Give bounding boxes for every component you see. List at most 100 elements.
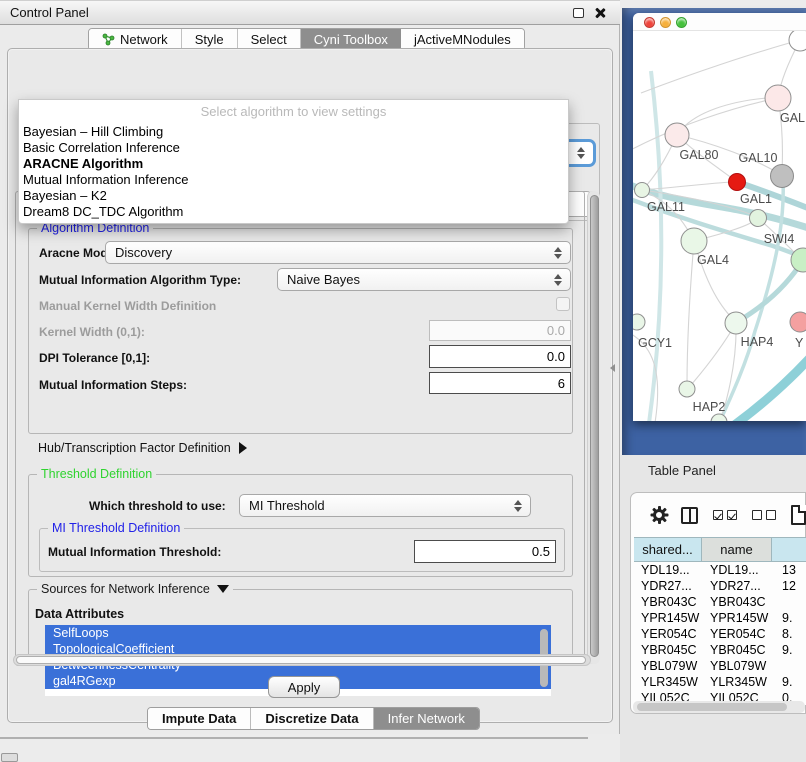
column-header-partial[interactable] bbox=[772, 538, 806, 561]
which-threshold-label: Which threshold to use: bbox=[89, 499, 226, 513]
field-value: 0.5 bbox=[532, 544, 550, 559]
tab-network[interactable]: Network bbox=[89, 29, 182, 50]
table-cell: YBL079W bbox=[634, 658, 702, 674]
combo-stepper-icon bbox=[577, 147, 585, 159]
algorithm-dropdown-popup: Select algorithm to view settings Bayesi… bbox=[18, 99, 569, 224]
table-horizontal-scrollbar[interactable] bbox=[633, 701, 805, 713]
table-row[interactable]: YBL079WYBL079W bbox=[634, 658, 806, 674]
which-threshold-combo[interactable]: MI Threshold bbox=[239, 494, 531, 517]
table-cell: 8. bbox=[772, 626, 806, 642]
network-node-label: HAP2 bbox=[693, 400, 726, 414]
table-cell: YPR145W bbox=[634, 610, 702, 626]
network-node[interactable] bbox=[681, 228, 707, 254]
hub-section-toggle[interactable]: Hub/Transcription Factor Definition bbox=[38, 441, 247, 455]
zoom-traffic-light[interactable] bbox=[676, 17, 687, 28]
network-node-label: SWI4 bbox=[764, 232, 795, 246]
table-cell: YER054C bbox=[702, 626, 772, 642]
screen: Control Panel Network Style bbox=[0, 0, 806, 762]
algorithm-option[interactable]: Mutual Information Inference bbox=[19, 172, 568, 188]
mi-steps-field[interactable]: 6 bbox=[429, 372, 571, 394]
column-header-name[interactable]: name bbox=[702, 538, 772, 561]
network-canvas[interactable]: GALGAL80GAL10GAL11GAL1GAL4SWI4GCY1HAP4YH… bbox=[633, 31, 806, 421]
network-node[interactable] bbox=[633, 314, 645, 330]
mi-threshold-label: Mutual Information Threshold: bbox=[48, 545, 221, 559]
cyni-algorithm-settings-group: Cyni Algorithm Settings Algorithm Defini… bbox=[15, 191, 585, 666]
combo-value: Naive Bayes bbox=[287, 272, 360, 287]
data-attributes-label: Data Attributes bbox=[35, 607, 124, 621]
export-table-icon[interactable] bbox=[791, 505, 806, 525]
column-header-shared-name[interactable]: shared... bbox=[634, 538, 702, 561]
table-cell: YBR045C bbox=[702, 642, 772, 658]
sources-title-row[interactable]: Sources for Network Inference bbox=[37, 582, 233, 596]
dpi-tolerance-field[interactable]: 0.0 bbox=[429, 345, 571, 368]
table-row[interactable]: YDL19...YDL19...13 bbox=[634, 562, 806, 578]
mi-type-label: Mutual Information Algorithm Type: bbox=[39, 273, 241, 287]
table-row[interactable]: YBR045CYBR045C9. bbox=[634, 642, 806, 658]
tab-discretize-data[interactable]: Discretize Data bbox=[251, 708, 373, 729]
algorithm-option[interactable]: Bayesian – Hill Climbing bbox=[19, 124, 568, 140]
kernel-width-label: Kernel Width (0,1): bbox=[39, 325, 145, 339]
table-cell: 12 bbox=[772, 578, 806, 594]
aracne-mode-combo[interactable]: Discovery bbox=[105, 241, 571, 264]
tab-label: Impute Data bbox=[162, 711, 236, 726]
gear-icon[interactable] bbox=[651, 507, 666, 523]
network-node-label: GAL1 bbox=[740, 192, 772, 206]
table-row[interactable]: YBR043CYBR043C bbox=[634, 594, 806, 610]
table-row[interactable]: YPR145WYPR145W9. bbox=[634, 610, 806, 626]
tab-label: jActiveMNodules bbox=[414, 32, 511, 47]
tab-select[interactable]: Select bbox=[238, 29, 301, 50]
network-node[interactable] bbox=[635, 183, 650, 198]
data-attribute-item[interactable]: SelfLoops bbox=[45, 625, 551, 641]
mi-type-combo[interactable]: Naive Bayes bbox=[277, 268, 571, 291]
network-node[interactable] bbox=[789, 31, 806, 51]
network-node[interactable] bbox=[725, 312, 747, 334]
taskbar-icon[interactable] bbox=[1, 753, 18, 762]
algorithm-option[interactable]: Bayesian – K2 bbox=[19, 188, 568, 204]
manual-kernel-checkbox[interactable] bbox=[556, 297, 570, 311]
network-node[interactable] bbox=[750, 210, 767, 227]
close-traffic-light[interactable] bbox=[644, 17, 655, 28]
table-row[interactable]: YLR345WYLR345W9. bbox=[634, 674, 806, 690]
scrollbar-thumb[interactable] bbox=[16, 656, 586, 664]
scrollbar-thumb[interactable] bbox=[637, 703, 787, 711]
settings-horizontal-scrollbar[interactable] bbox=[13, 654, 591, 666]
table-panel-title: Table Panel bbox=[648, 463, 716, 478]
table-row[interactable]: YER054CYER054C8. bbox=[634, 626, 806, 642]
tab-impute-data[interactable]: Impute Data bbox=[148, 708, 251, 729]
network-node[interactable] bbox=[679, 381, 695, 397]
deselect-all-columns-icon[interactable] bbox=[752, 510, 776, 520]
column-layout-icon[interactable] bbox=[681, 507, 698, 524]
table-row[interactable]: YDR27...YDR27...12 bbox=[634, 578, 806, 594]
apply-button[interactable]: Apply bbox=[268, 676, 340, 698]
algorithm-option[interactable]: Dream8 DC_TDC Algorithm bbox=[19, 204, 568, 220]
close-icon[interactable] bbox=[594, 7, 606, 19]
tab-style[interactable]: Style bbox=[182, 29, 238, 50]
network-node[interactable] bbox=[790, 312, 806, 332]
table-cell: 9. bbox=[772, 642, 806, 658]
network-view-frame: GALGAL80GAL10GAL11GAL1GAL4SWI4GCY1HAP4YH… bbox=[622, 8, 806, 458]
combo-stepper-icon bbox=[554, 247, 562, 259]
table-cell: YDR27... bbox=[702, 578, 772, 594]
tab-label: Select bbox=[251, 32, 287, 47]
float-window-icon[interactable] bbox=[573, 8, 584, 18]
window-bottom-divider bbox=[0, 737, 588, 739]
field-value: 0.0 bbox=[547, 349, 565, 364]
minimize-traffic-light[interactable] bbox=[660, 17, 671, 28]
algorithm-option[interactable]: ARACNE Algorithm bbox=[19, 156, 568, 172]
algorithm-option[interactable]: Basic Correlation Inference bbox=[19, 140, 568, 156]
network-node[interactable] bbox=[729, 174, 746, 191]
scrollbar-thumb[interactable] bbox=[590, 195, 599, 657]
network-node[interactable] bbox=[665, 123, 689, 147]
kernel-width-field[interactable]: 0.0 bbox=[429, 320, 571, 341]
tab-infer-network[interactable]: Infer Network bbox=[374, 708, 479, 729]
network-node[interactable] bbox=[765, 85, 791, 111]
tab-jactivemnodules[interactable]: jActiveMNodules bbox=[401, 29, 524, 50]
tab-cyni-toolbox[interactable]: Cyni Toolbox bbox=[301, 29, 401, 50]
collapse-arrow-icon bbox=[217, 585, 229, 593]
mi-threshold-field[interactable]: 0.5 bbox=[414, 540, 556, 563]
settings-vertical-scrollbar[interactable] bbox=[587, 191, 600, 664]
select-all-columns-icon[interactable] bbox=[713, 510, 737, 520]
network-window-titlebar[interactable] bbox=[633, 13, 806, 31]
panel-divider-collapse-icon[interactable] bbox=[610, 364, 615, 372]
network-node[interactable] bbox=[771, 165, 794, 188]
